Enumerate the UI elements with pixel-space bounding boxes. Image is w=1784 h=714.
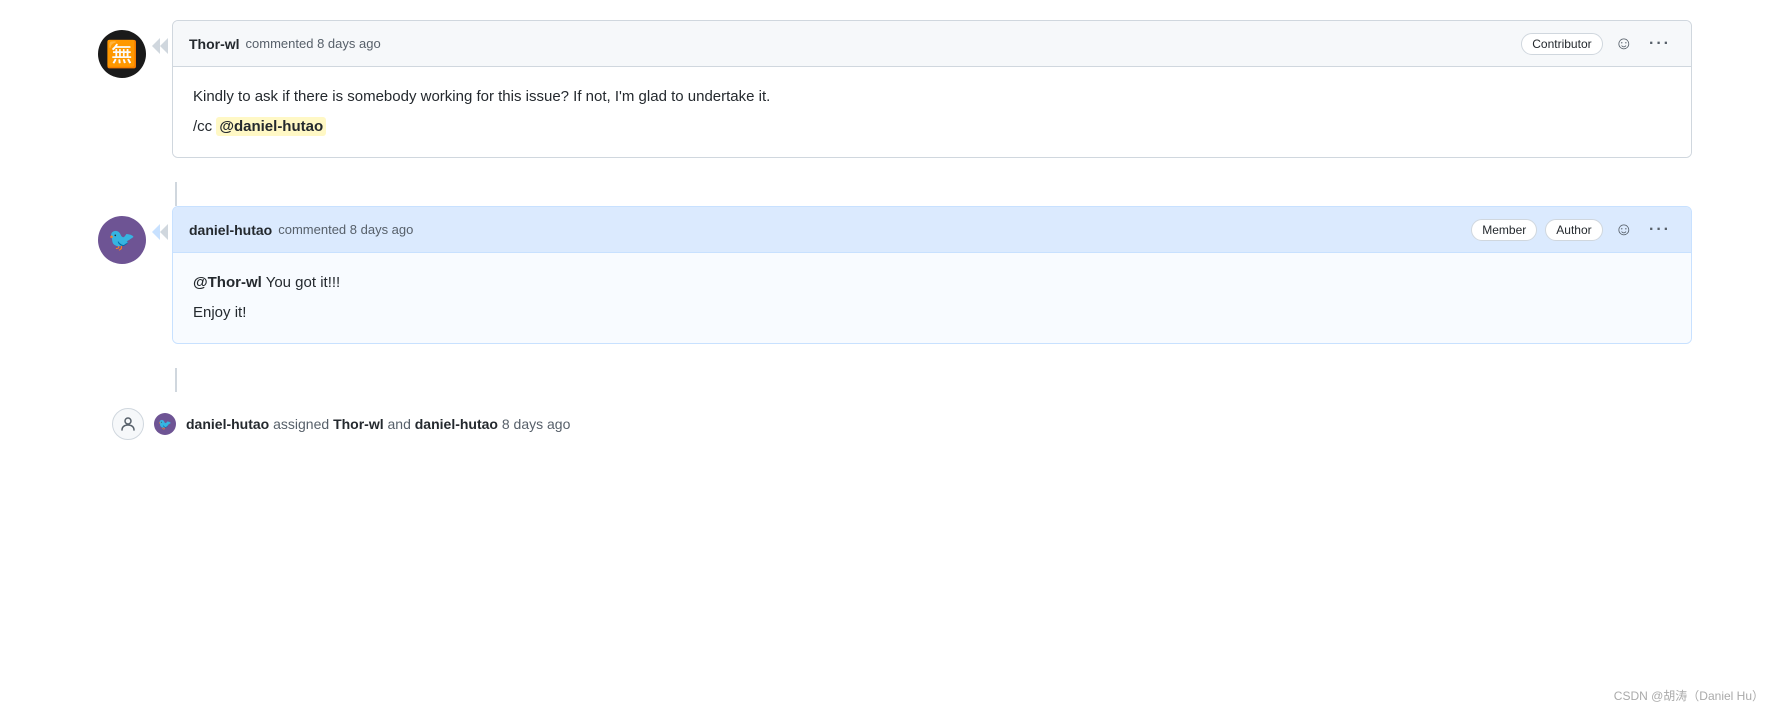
comment-row-2: 🐦 daniel-hutao commented 8 days ago Memb… [92,206,1692,344]
timeline-row: 🐦 daniel-hutao assigned Thor-wl and dani… [92,408,1692,440]
comment-header-1: Thor-wl commented 8 days ago Contributor… [173,21,1691,67]
comment-row-1: 🈚 Thor-wl commented 8 days ago Contribut… [92,20,1692,158]
timeline-assignee-1[interactable]: Thor-wl [333,416,384,432]
comment-header-right-1: Contributor ☺ ··· [1521,31,1675,56]
arrow-connector-2 [152,206,172,240]
comment-body-line-4: Enjoy it! [193,301,1671,325]
mention-thor[interactable]: @Thor-wl [193,274,262,291]
emoji-button-1[interactable]: ☺ [1611,31,1637,56]
comment-author-2[interactable]: daniel-hutao [189,222,272,238]
member-badge: Member [1471,219,1537,241]
comment-box-1: Thor-wl commented 8 days ago Contributor… [172,20,1692,158]
timeline-assignee-2[interactable]: daniel-hutao [415,416,498,432]
arrow-connector-1 [152,20,172,54]
arrow-blue [152,224,160,240]
emoji-button-2[interactable]: ☺ [1611,217,1637,242]
comment-body-1: Kindly to ask if there is somebody worki… [173,67,1691,157]
comment-timestamp-1: commented 8 days ago [246,36,381,51]
avatar-thor: 🈚 [98,30,146,78]
comment-author-1[interactable]: Thor-wl [189,36,240,52]
comment-header-left-1: Thor-wl commented 8 days ago [189,36,381,52]
connector-line-2 [175,368,177,392]
comment-header-left-2: daniel-hutao commented 8 days ago [189,222,413,238]
contributor-badge: Contributor [1521,33,1602,55]
comment-body-2: @Thor-wl You got it!!! Enjoy it! [173,253,1691,343]
comment-body-line-3: @Thor-wl You got it!!! [193,271,1671,295]
comment-header-2: daniel-hutao commented 8 days ago Member… [173,207,1691,253]
timeline-assigner[interactable]: daniel-hutao [186,416,269,432]
timeline-connector: and [388,416,415,432]
comment-body-line-2: /cc @daniel-hutao [193,115,1671,139]
author-badge: Author [1545,219,1602,241]
more-button-1[interactable]: ··· [1645,33,1675,55]
vertical-connector-2 [175,368,1692,392]
more-button-2[interactable]: ··· [1645,219,1675,241]
avatar-col-2: 🐦 [92,206,152,264]
vertical-connector [175,182,1692,206]
comments-container: 🈚 Thor-wl commented 8 days ago Contribut… [92,20,1692,440]
comment-box-2: daniel-hutao commented 8 days ago Member… [172,206,1692,344]
mention-daniel[interactable]: @daniel-hutao [216,117,326,136]
comment-header-right-2: Member Author ☺ ··· [1471,217,1675,242]
watermark: CSDN @胡涛（Daniel Hu） [1614,687,1764,704]
comment-body-line-1: Kindly to ask if there is somebody worki… [193,85,1671,109]
avatar-col-1: 🈚 [92,20,152,78]
timeline-text: daniel-hutao assigned Thor-wl and daniel… [186,416,570,432]
comment-timestamp-2: commented 8 days ago [278,222,413,237]
timeline-timestamp: 8 days ago [502,416,571,432]
avatar-daniel: 🐦 [98,216,146,264]
assign-icon [112,408,144,440]
timeline-avatar-daniel: 🐦 [154,413,176,435]
connector-line [175,182,177,206]
